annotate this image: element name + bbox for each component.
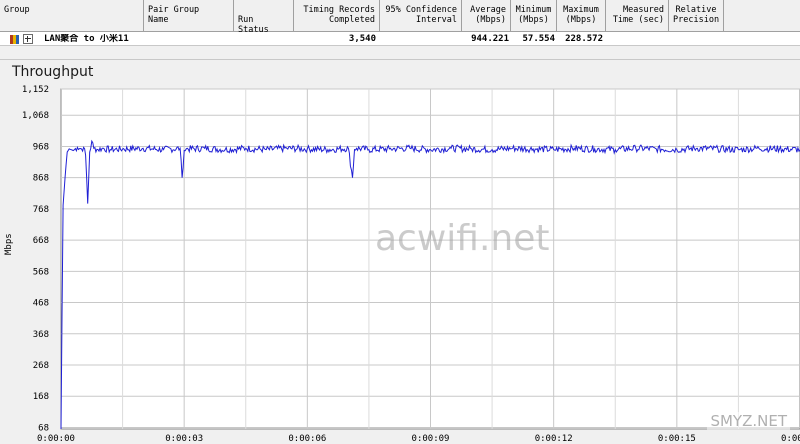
x-tick-label: 0:00:06	[288, 434, 326, 444]
x-tick-label: 0:00:00	[37, 434, 75, 444]
y-tick-label: 68	[38, 423, 49, 433]
y-tick-label: 368	[33, 330, 49, 340]
y-tick-label: 768	[33, 205, 49, 215]
y-tick-label: 168	[33, 392, 49, 402]
watermark-text: acwifi.net	[375, 218, 550, 259]
y-tick-label: 568	[33, 267, 49, 277]
x-tick-label: 0:00:03	[165, 434, 203, 444]
y-tick-label: 1,068	[22, 111, 49, 121]
x-tick-label: 0:00:09	[412, 434, 450, 444]
x-tick-label: 0:00:15	[658, 434, 696, 444]
y-tick-label: 668	[33, 236, 49, 246]
corner-watermark: SMYZ.NET	[707, 412, 790, 430]
y-tick-label: 468	[33, 299, 49, 309]
y-tick-label: 968	[33, 142, 49, 152]
x-tick-label: 0:00:18	[781, 434, 800, 444]
x-tick-label: 0:00:12	[535, 434, 573, 444]
y-tick-label: 268	[33, 361, 49, 371]
y-tick-label: 1,152	[22, 85, 49, 95]
y-tick-label: 868	[33, 174, 49, 184]
